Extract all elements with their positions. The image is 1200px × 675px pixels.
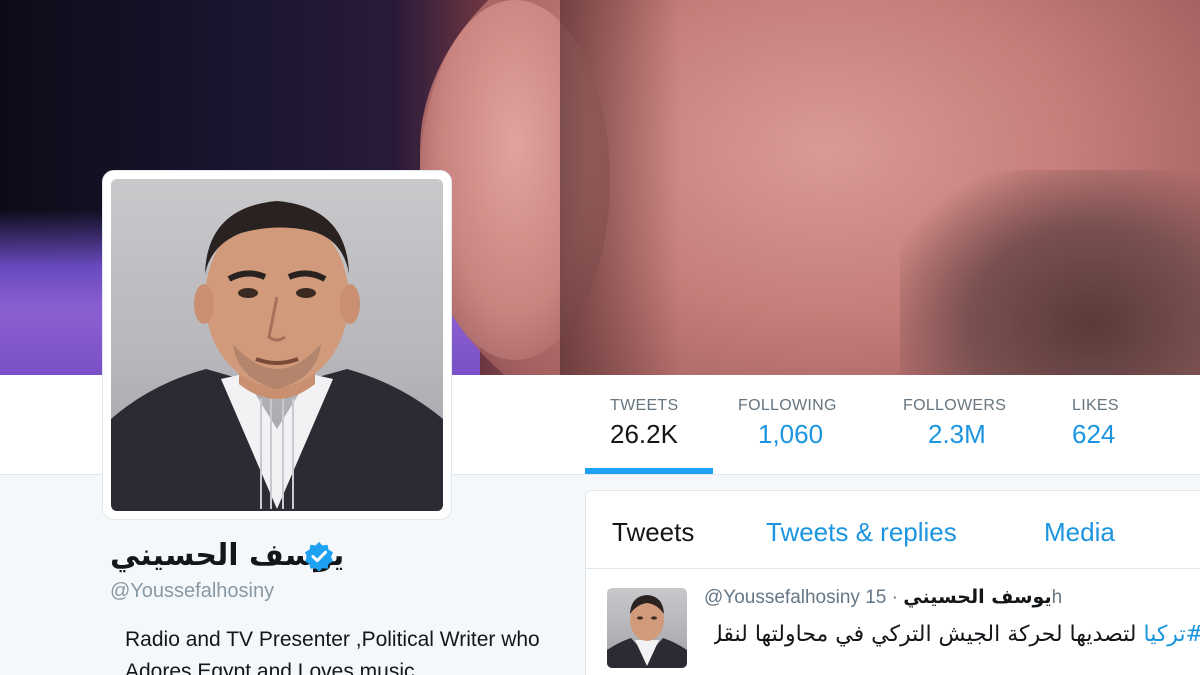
stat-label: FOLLOWERS — [903, 397, 1007, 414]
tweet-screen-name[interactable]: @Youssefalhosiny — [704, 587, 860, 608]
avatar-photo — [111, 179, 443, 511]
stat-label: FOLLOWING — [738, 397, 837, 414]
tweet-hashtag[interactable]: #تركيا — [1143, 622, 1200, 647]
tweet-text: #تركيا لتصديها لحركة الجيش التركي في محا… — [714, 618, 1200, 652]
profile-avatar[interactable] — [102, 170, 452, 520]
stat-value: 1,060 — [758, 419, 824, 449]
timeline-tabs: Tweets Tweets & replies Media — [586, 491, 1200, 569]
stat-likes[interactable]: LIKES 624 — [1072, 397, 1119, 450]
tweet-body: لتصديها لحركة الجيش التركي في محاولتها ل… — [714, 622, 1137, 647]
tweet-item[interactable]: @Youssefalhosiny يوسف الحسيني · 15h #ترك… — [586, 570, 1200, 675]
stat-followers[interactable]: FOLLOWERS 2.3M — [903, 397, 1006, 450]
stat-label: LIKES — [1072, 397, 1119, 414]
tweet-avatar[interactable] — [607, 588, 687, 668]
tweet-header: @Youssefalhosiny يوسف الحسيني · 15h — [704, 586, 1062, 609]
timeline: Tweets Tweets & replies Media @Youssefal… — [585, 490, 1200, 675]
stat-value: 26.2K — [610, 419, 678, 449]
stat-value: 624 — [1072, 419, 1116, 449]
verified-badge-icon — [305, 542, 333, 571]
profile-screen-name[interactable]: @Youssefalhosiny — [110, 580, 274, 603]
stat-value: 2.3M — [928, 419, 986, 449]
tab-tweets-replies[interactable]: Tweets & replies — [766, 517, 957, 548]
active-stat-underline — [585, 468, 713, 474]
stat-following[interactable]: FOLLOWING 1,060 — [738, 397, 837, 450]
tab-tweets[interactable]: Tweets — [612, 517, 694, 548]
stat-label: TWEETS — [610, 397, 679, 414]
stat-tweets[interactable]: TWEETS 26.2K — [610, 397, 678, 450]
tweet-fullname[interactable]: يوسف الحسيني — [903, 586, 1051, 608]
tab-media[interactable]: Media — [1044, 517, 1115, 548]
profile-bio: Radio and TV Presenter ,Political Writer… — [125, 628, 540, 675]
